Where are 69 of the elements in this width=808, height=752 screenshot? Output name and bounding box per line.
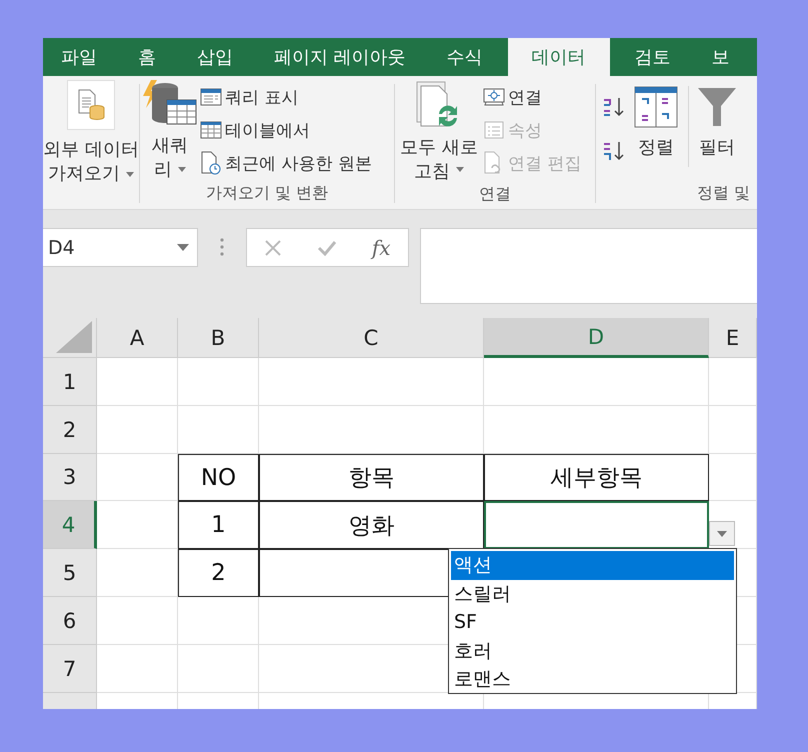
- refresh-all-button[interactable]: 모두 새로 고침: [395, 76, 483, 184]
- ribbon-command[interactable]: 연결: [483, 84, 582, 110]
- connection-icon: [483, 87, 505, 107]
- table-header-cell: 항목: [259, 454, 484, 501]
- insert-function-button[interactable]: fx: [372, 236, 391, 260]
- filter-button[interactable]: 필터: [697, 76, 737, 183]
- row-header[interactable]: 4: [43, 501, 97, 549]
- properties-icon: [483, 120, 505, 140]
- row-header[interactable]: 6: [43, 597, 97, 645]
- cancel-icon[interactable]: [264, 238, 282, 256]
- column-header[interactable]: D: [484, 318, 709, 358]
- checkmark-icon[interactable]: [317, 240, 338, 256]
- group-label: 연결: [478, 184, 512, 205]
- sort-button[interactable]: 정렬: [632, 76, 680, 183]
- caret-icon: [456, 166, 464, 172]
- ribbon-tab[interactable]: 페이지 레이아웃: [258, 38, 422, 76]
- document-database-icon: [76, 89, 106, 121]
- funnel-icon: [697, 86, 737, 128]
- column-header[interactable]: B: [178, 318, 259, 358]
- grid-cell: [709, 406, 757, 454]
- row-header[interactable]: 7: [43, 645, 97, 693]
- window-icon: [200, 87, 222, 107]
- row-header[interactable]: 3: [43, 454, 97, 501]
- sort-ascending-icon[interactable]: [602, 96, 626, 118]
- table-header-cell: 세부항목: [484, 454, 709, 501]
- dropdown-option[interactable]: 스릴러: [451, 580, 734, 608]
- name-box[interactable]: D4: [43, 228, 198, 267]
- table-cell: 영화: [259, 501, 484, 549]
- ribbon-tab[interactable]: 데이터: [508, 38, 610, 76]
- grip-icon: [220, 238, 224, 256]
- table-cell: 1: [178, 501, 259, 549]
- column-header[interactable]: A: [97, 318, 178, 358]
- grid-cell: [709, 454, 757, 501]
- ribbon-tab[interactable]: 검토: [618, 38, 687, 76]
- table-header-cell: NO: [178, 454, 259, 501]
- row-header[interactable]: 1: [43, 358, 97, 406]
- column-header[interactable]: E: [709, 318, 757, 358]
- dropdown-arrow-icon: [717, 530, 727, 536]
- grid-cell: [709, 358, 757, 406]
- dropdown-option[interactable]: SF: [451, 608, 734, 636]
- new-query-button[interactable]: 새쿼 리: [140, 76, 200, 183]
- dropdown-button[interactable]: [709, 521, 735, 546]
- column-header[interactable]: C: [259, 318, 484, 358]
- ribbon-tab[interactable]: 보: [696, 38, 746, 76]
- select-all-icon[interactable]: [56, 321, 92, 353]
- group-label: 정렬 및: [696, 183, 751, 204]
- table-cell: 2: [178, 549, 259, 597]
- ribbon-command[interactable]: 테이블에서: [200, 117, 372, 143]
- sort-descending-icon[interactable]: [602, 140, 626, 162]
- formula-input[interactable]: [420, 228, 757, 304]
- document-clock-icon: [200, 151, 222, 175]
- row-header[interactable]: 2: [43, 406, 97, 454]
- sort-table-icon: [634, 86, 678, 128]
- ribbon-command[interactable]: 쿼리 표시: [200, 84, 372, 110]
- ribbon-tab[interactable]: 파일: [43, 38, 113, 76]
- table-icon: [200, 120, 222, 140]
- ribbon-command[interactable]: 최근에 사용한 원본: [200, 150, 372, 176]
- ribbon-tab[interactable]: 삽입: [181, 38, 249, 76]
- ribbon-tab[interactable]: 홈: [122, 38, 172, 76]
- caret-icon: [178, 166, 186, 172]
- dropdown-arrow-icon: [177, 244, 189, 251]
- dropdown-option[interactable]: 호러: [451, 636, 734, 665]
- dropdown-option[interactable]: 로맨스: [451, 665, 734, 694]
- caret-icon: [126, 172, 134, 176]
- group-label: 가져오기 및 변환: [204, 183, 330, 204]
- ribbon-tab[interactable]: 수식: [430, 38, 499, 76]
- get-external-data-button[interactable]: 외부 데이터 가져오기: [43, 76, 139, 186]
- row-header[interactable]: 5: [43, 549, 97, 597]
- dropdown-option[interactable]: 액션: [451, 551, 734, 580]
